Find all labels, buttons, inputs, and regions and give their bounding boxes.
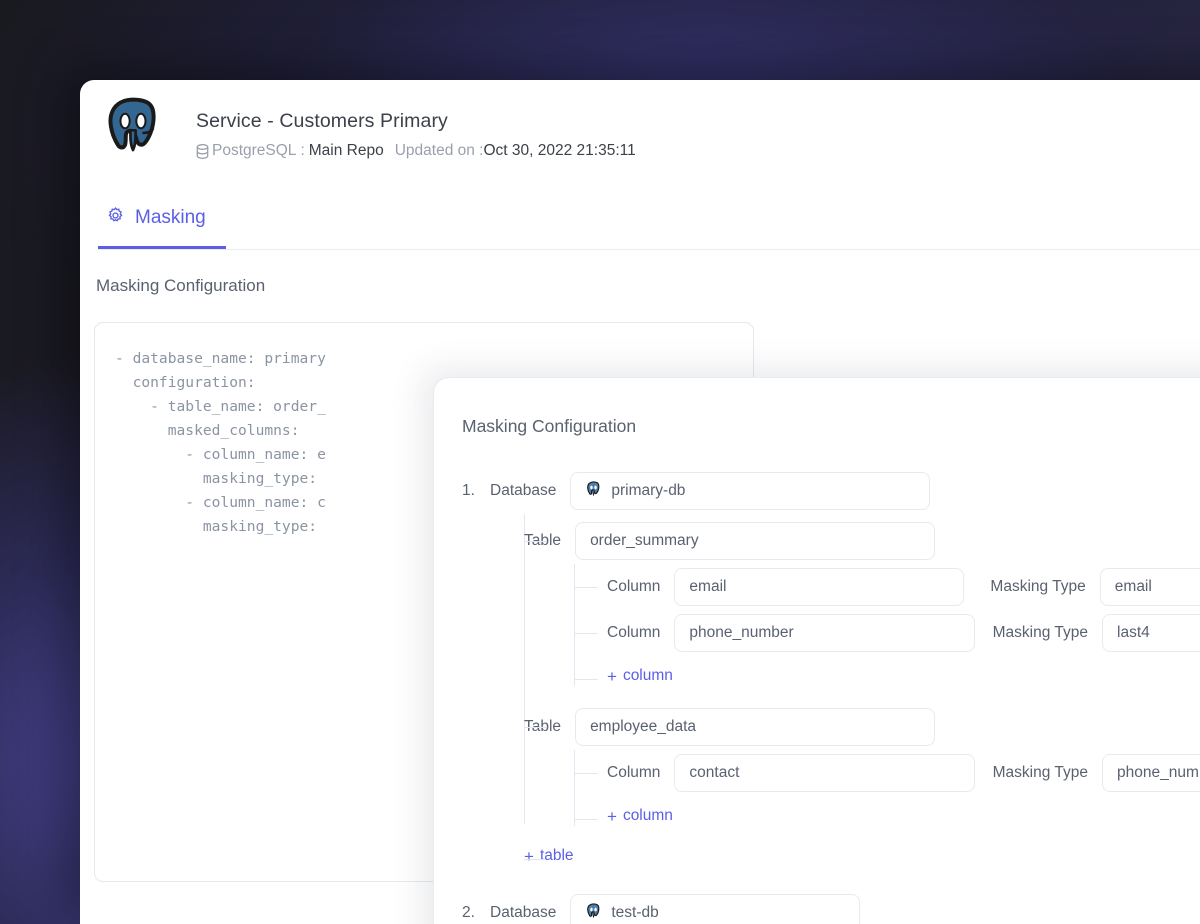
tree-branch-column: [574, 773, 598, 774]
postgresql-elephant-icon: [100, 92, 166, 158]
database-label: Database: [490, 482, 557, 499]
column-label: Column: [607, 624, 661, 641]
tab-bar: Masking: [98, 190, 1200, 250]
database-group: 1. Database primary-db Table order_summa…: [462, 468, 1200, 876]
database-label: Database: [490, 904, 557, 921]
masking-type-value: last4: [1117, 624, 1150, 641]
tree-branch-table: [524, 727, 546, 728]
database-name-input[interactable]: primary-db: [570, 472, 931, 510]
column-name-value: phone_number: [689, 624, 794, 641]
table-name-value: employee_data: [590, 718, 697, 735]
table-row: Table order_summary: [462, 518, 1200, 564]
header-text-block: Service - Customers Primary PostgreSQL :…: [196, 98, 1200, 160]
masking-type-value: email: [1114, 578, 1152, 595]
column-label: Column: [607, 764, 661, 781]
column-name-value: contact: [689, 764, 740, 781]
database-row: 2. Database test-db: [462, 890, 1200, 924]
tree-branch-add-table: [524, 859, 546, 860]
add-table-button[interactable]: + table: [524, 847, 574, 865]
panel-heading: Masking Configuration: [462, 416, 637, 436]
table-name-input[interactable]: order_summary: [575, 522, 936, 560]
postgresql-elephant-icon: [585, 902, 602, 924]
masking-type-input[interactable]: email: [1099, 568, 1200, 606]
add-column-row: + column: [462, 656, 1200, 696]
add-column-button[interactable]: + column: [607, 807, 673, 825]
plus-icon: +: [607, 666, 617, 686]
tab-masking[interactable]: Masking: [98, 190, 226, 249]
add-column-label: column: [622, 667, 673, 684]
add-table-row: + table: [462, 836, 1200, 876]
column-row: Column contact Masking Type phone_num: [462, 750, 1200, 796]
column-label: Column: [607, 578, 661, 595]
column-name-input[interactable]: phone_number: [674, 614, 975, 652]
masking-type-label: Masking Type: [992, 624, 1088, 641]
postgresql-elephant-icon: [585, 480, 602, 502]
tree-branch-column: [574, 587, 598, 588]
updated-on-label: Updated on :: [394, 142, 484, 159]
updated-on-value: Oct 30, 2022 21:35:11: [483, 142, 636, 159]
tab-masking-label: Masking: [135, 207, 206, 228]
gear-icon: [106, 206, 125, 230]
table-name-input[interactable]: employee_data: [575, 708, 936, 746]
database-index: 2.: [462, 904, 475, 921]
add-column-row: + column: [462, 796, 1200, 836]
add-table-label: table: [539, 847, 574, 864]
masking-configuration-panel: Masking Configuration 1. Database primar…: [433, 377, 1200, 924]
database-name-value: primary-db: [611, 482, 686, 499]
plus-icon: +: [524, 846, 534, 866]
plus-icon: +: [607, 806, 617, 826]
tree-branch-table: [524, 541, 546, 542]
table-name-value: order_summary: [590, 532, 699, 549]
database-group: 2. Database test-db: [462, 890, 1200, 924]
database-name-input[interactable]: test-db: [570, 894, 861, 924]
masking-type-value: phone_num: [1117, 764, 1199, 781]
db-engine-label: PostgreSQL: [212, 142, 297, 159]
tree-branch-add-column: [574, 679, 598, 680]
repo-name-label: Main Repo: [308, 142, 384, 159]
left-pane-heading: Masking Configuration: [96, 276, 266, 295]
column-name-input[interactable]: contact: [674, 754, 975, 792]
masking-type-input[interactable]: phone_num: [1102, 754, 1200, 792]
masking-type-input[interactable]: last4: [1102, 614, 1200, 652]
database-row: 1. Database primary-db: [462, 468, 1200, 514]
masking-type-label: Masking Type: [992, 764, 1088, 781]
meta-separator: :: [300, 142, 305, 159]
add-column-button[interactable]: + column: [607, 667, 673, 685]
column-name-value: email: [689, 578, 727, 595]
tree-branch-column: [574, 633, 598, 634]
table-row: Table employee_data: [462, 704, 1200, 750]
app-card: Service - Customers Primary PostgreSQL :…: [80, 80, 1200, 924]
app-header: Service - Customers Primary PostgreSQL :…: [80, 80, 1200, 190]
meta-row: PostgreSQL : Main Repo Updated on : Oct …: [196, 142, 1200, 160]
tree-branch-add-column: [574, 819, 598, 820]
page-title: Service - Customers Primary: [196, 110, 448, 132]
database-index: 1.: [462, 482, 475, 499]
database-cylinder-icon: [196, 143, 209, 159]
database-name-value: test-db: [611, 904, 659, 921]
column-row: Column phone_number Masking Type last4: [462, 610, 1200, 656]
add-column-label: column: [622, 807, 673, 824]
masking-type-label: Masking Type: [990, 578, 1086, 595]
column-name-input[interactable]: email: [674, 568, 965, 606]
column-row: Column email Masking Type email: [462, 564, 1200, 610]
